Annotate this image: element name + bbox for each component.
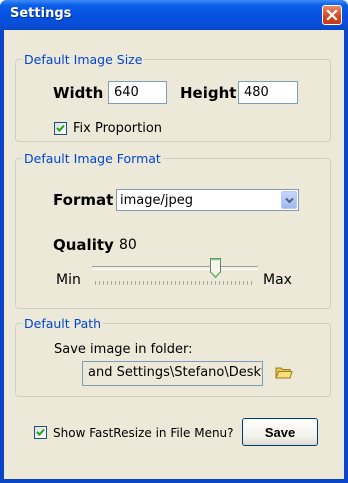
quality-slider-track[interactable] [92,266,258,270]
image-size-group-title: Default Image Size [24,52,143,67]
settings-window: Settings Default Image Size Width 640 He… [0,0,348,483]
format-select-value: image/jpeg [120,193,193,208]
format-select[interactable]: image/jpeg [116,189,299,211]
close-button[interactable] [322,5,342,25]
dialog-body: Default Image Size Width 640 Height 480 … [4,30,344,479]
format-dropdown-button[interactable] [281,191,297,209]
fix-proportion-label: Fix Proportion [73,121,163,136]
show-in-file-menu-checkbox[interactable] [34,426,47,439]
checkmark-icon [36,428,45,436]
default-path-group-title: Default Path [24,316,102,331]
checkmark-icon [56,124,65,132]
quality-slider-ticks [95,281,255,285]
title-bar[interactable]: Settings [0,0,348,30]
quality-label: Quality [53,236,114,254]
slider-thumb-icon [210,258,221,279]
window-title: Settings [10,6,72,21]
quality-value: 80 [119,237,137,253]
save-button[interactable]: Save [242,418,318,446]
height-input[interactable]: 480 [238,81,298,104]
slider-min-label: Min [56,272,81,288]
close-icon [326,9,338,21]
slider-max-label: Max [263,272,292,288]
show-in-file-menu-label: Show FastResize in File Menu? [53,426,234,440]
width-label: Width [53,84,104,102]
height-label: Height [180,84,237,102]
save-folder-label: Save image in folder: [54,342,193,357]
chevron-down-icon [285,197,294,204]
quality-slider-thumb[interactable] [210,258,221,279]
folder-icon [275,367,293,379]
width-input[interactable]: 640 [108,81,167,104]
format-label: Format [53,191,114,209]
fix-proportion-checkbox[interactable] [54,122,67,135]
folder-path-field[interactable]: and Settings\Stefano\Desktop [82,361,263,386]
image-format-group-title: Default Image Format [24,151,161,166]
browse-folder-button[interactable] [275,365,293,381]
